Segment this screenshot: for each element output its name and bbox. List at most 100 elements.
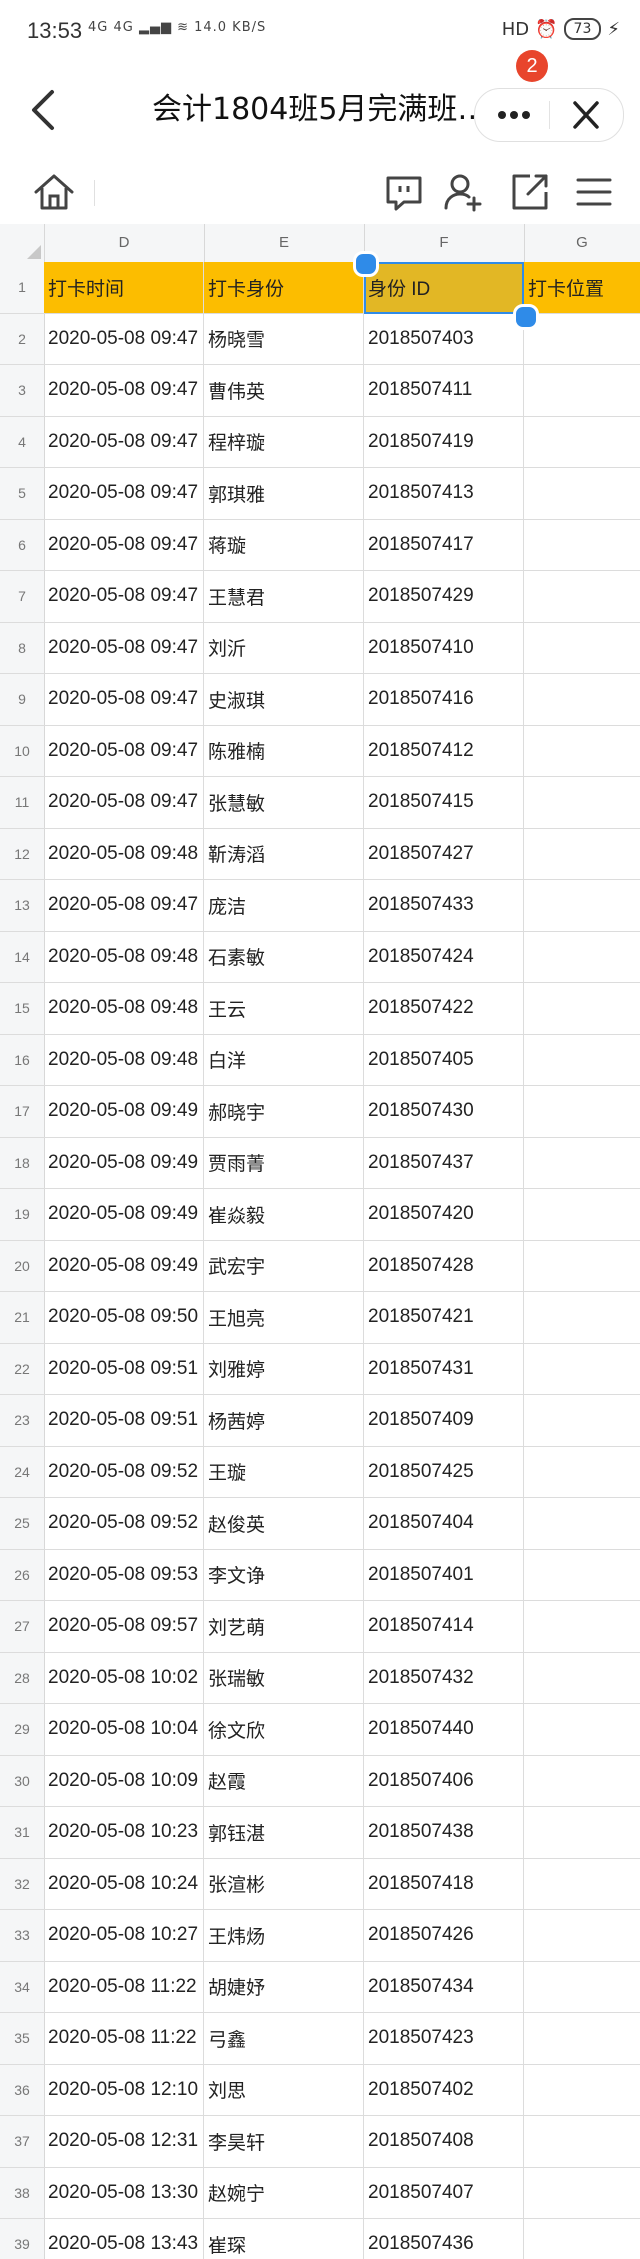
row-number[interactable]: 30 <box>0 1755 45 1806</box>
row-number[interactable]: 26 <box>0 1549 45 1600</box>
cell-time[interactable]: 2020-05-08 09:49 <box>44 1189 204 1240</box>
cell-time[interactable]: 2020-05-08 09:48 <box>44 931 204 982</box>
cell-location[interactable] <box>524 1395 640 1446</box>
cell-location[interactable] <box>524 571 640 622</box>
row-number[interactable]: 6 <box>0 519 45 570</box>
row-number[interactable]: 18 <box>0 1137 45 1188</box>
cell-identity[interactable]: 弓鑫 <box>204 2013 364 2064</box>
column-header-d[interactable]: D <box>44 224 205 262</box>
cell-identity[interactable]: 郭钰湛 <box>204 1807 364 1858</box>
cell-location[interactable] <box>524 1807 640 1858</box>
row-number[interactable]: 17 <box>0 1086 45 1137</box>
cell-id[interactable]: 2018507438 <box>364 1807 524 1858</box>
row-number[interactable]: 14 <box>0 931 45 982</box>
spreadsheet[interactable]: D E F G 1 打卡时间 打卡身份 身份 ID 打卡位置 2 2020-05-… <box>0 224 640 2259</box>
cell-identity[interactable]: 曹伟英 <box>204 365 364 416</box>
cell-id[interactable]: 2018507427 <box>364 828 524 879</box>
cell-location[interactable] <box>524 1138 640 1189</box>
cell-time[interactable]: 2020-05-08 09:51 <box>44 1395 204 1446</box>
cell-identity[interactable]: 胡婕妤 <box>204 1961 364 2012</box>
cell-identity[interactable]: 石素敏 <box>204 931 364 982</box>
cell-time[interactable]: 2020-05-08 09:48 <box>44 828 204 879</box>
cell-location[interactable] <box>524 777 640 828</box>
cell-identity[interactable]: 庞洁 <box>204 880 364 931</box>
cell-location[interactable] <box>524 1653 640 1704</box>
cell-identity[interactable]: 李昊轩 <box>204 2116 364 2167</box>
row-number[interactable]: 5 <box>0 468 45 519</box>
cell-identity[interactable]: 王云 <box>204 983 364 1034</box>
cell-location[interactable] <box>524 1498 640 1549</box>
cell-identity[interactable]: 白洋 <box>204 1034 364 1085</box>
cell-identity[interactable]: 刘雅婷 <box>204 1343 364 1394</box>
cell-id[interactable]: 2018507409 <box>364 1395 524 1446</box>
cell-time[interactable]: 2020-05-08 09:51 <box>44 1343 204 1394</box>
row-number[interactable]: 2 <box>0 313 45 364</box>
cell-location[interactable] <box>524 1550 640 1601</box>
cell-location[interactable] <box>524 468 640 519</box>
cell-id[interactable]: 2018507431 <box>364 1343 524 1394</box>
cell-time[interactable]: 2020-05-08 09:50 <box>44 1292 204 1343</box>
cell-time[interactable]: 2020-05-08 09:47 <box>44 622 204 673</box>
cell-time[interactable]: 2020-05-08 11:22 <box>44 1961 204 2012</box>
cell-identity[interactable]: 杨晓雪 <box>204 313 364 364</box>
cell-identity[interactable]: 史淑琪 <box>204 674 364 725</box>
cell-location[interactable] <box>524 1189 640 1240</box>
close-button[interactable] <box>559 95 611 135</box>
cell-id[interactable]: 2018507424 <box>364 931 524 982</box>
cell-location[interactable] <box>524 1035 640 1086</box>
cell-identity[interactable]: 郝晓宇 <box>204 1086 364 1137</box>
cell-identity[interactable]: 王璇 <box>204 1446 364 1497</box>
cell-time[interactable]: 2020-05-08 12:10 <box>44 2064 204 2115</box>
cell-id[interactable]: 2018507437 <box>364 1137 524 1188</box>
cell-location[interactable] <box>524 365 640 416</box>
cell-identity[interactable]: 李文诤 <box>204 1549 364 1600</box>
cell-time[interactable]: 2020-05-08 09:47 <box>44 468 204 519</box>
cell-location[interactable] <box>524 1704 640 1755</box>
cell-location[interactable] <box>524 417 640 468</box>
cell-identity[interactable]: 刘沂 <box>204 622 364 673</box>
row-number[interactable]: 20 <box>0 1240 45 1291</box>
cell-time[interactable]: 2020-05-08 09:47 <box>44 313 204 364</box>
cell-location[interactable] <box>524 880 640 931</box>
cell-time[interactable]: 2020-05-08 09:57 <box>44 1601 204 1652</box>
row-number[interactable]: 35 <box>0 2013 45 2064</box>
cell-id[interactable]: 2018507426 <box>364 1910 524 1961</box>
cell-identity[interactable]: 张瑞敏 <box>204 1652 364 1703</box>
row-number[interactable]: 3 <box>0 365 45 416</box>
cell-identity[interactable]: 程梓璇 <box>204 416 364 467</box>
row-number[interactable]: 8 <box>0 622 45 673</box>
comment-button[interactable] <box>382 170 426 214</box>
cell-time[interactable]: 2020-05-08 10:04 <box>44 1704 204 1755</box>
cell-id[interactable]: 2018507410 <box>364 622 524 673</box>
row-number[interactable]: 33 <box>0 1910 45 1961</box>
cell-location[interactable] <box>524 2219 640 2259</box>
selection-handle-bottom[interactable] <box>513 304 539 330</box>
cell-id[interactable]: 2018507423 <box>364 2013 524 2064</box>
cell-time[interactable]: 2020-05-08 09:47 <box>44 777 204 828</box>
cell-time[interactable]: 2020-05-08 10:27 <box>44 1910 204 1961</box>
cell-time[interactable]: 2020-05-08 12:31 <box>44 2116 204 2167</box>
cell-id[interactable]: 2018507418 <box>364 1858 524 1909</box>
cell-id[interactable]: 2018507428 <box>364 1240 524 1291</box>
row-number[interactable]: 28 <box>0 1652 45 1703</box>
cell-identity[interactable]: 蒋璇 <box>204 519 364 570</box>
cell-id[interactable]: 2018507433 <box>364 880 524 931</box>
row-number[interactable]: 32 <box>0 1858 45 1909</box>
cell-id[interactable]: 2018507429 <box>364 571 524 622</box>
cell-identity[interactable]: 杨茜婷 <box>204 1395 364 1446</box>
cell-location[interactable] <box>524 829 640 880</box>
cell-identity[interactable]: 靳涛滔 <box>204 828 364 879</box>
cell-identity[interactable]: 赵婉宁 <box>204 2167 364 2218</box>
cell-time[interactable]: 2020-05-08 09:52 <box>44 1446 204 1497</box>
cell-time[interactable]: 2020-05-08 13:30 <box>44 2167 204 2218</box>
row-number[interactable]: 16 <box>0 1034 45 1085</box>
row-number[interactable]: 31 <box>0 1807 45 1858</box>
cell-time[interactable]: 2020-05-08 11:22 <box>44 2013 204 2064</box>
cell-id[interactable]: 2018507440 <box>364 1704 524 1755</box>
select-all-corner[interactable] <box>0 224 45 262</box>
cell-id[interactable]: 2018507430 <box>364 1086 524 1137</box>
row-number[interactable]: 10 <box>0 725 45 776</box>
cell-id[interactable]: 2018507403 <box>364 313 524 364</box>
cell-identity[interactable]: 张慧敏 <box>204 777 364 828</box>
cell-location[interactable] <box>524 1241 640 1292</box>
